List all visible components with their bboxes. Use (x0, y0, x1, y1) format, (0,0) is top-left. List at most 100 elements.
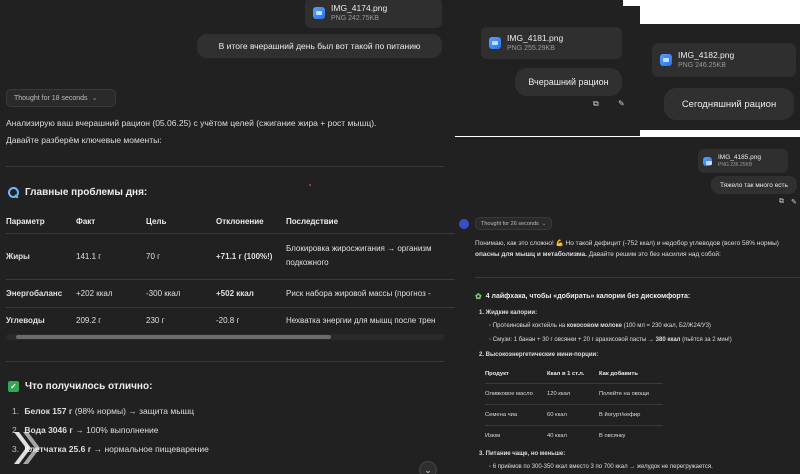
copy-icon[interactable]: ⧉ (593, 99, 599, 109)
hacks-heading-text: 4 лайфхака, чтобы «добирать» калории без… (485, 293, 691, 300)
edit-icon[interactable]: ✎ (618, 99, 625, 108)
table-row: Изюм 40 ккал В овсянку (485, 425, 663, 446)
attachment-info: IMG_4185.png PNG 236.25KB (718, 154, 761, 168)
right-screenshots-panel: IMG_4181.png PNG 255.29KB Вчерашний раци… (455, 0, 800, 474)
divider (6, 361, 444, 362)
watermark-logo-icon (14, 432, 40, 464)
user-message-bubble: В итоге вчерашний день был вот такой по … (197, 34, 442, 58)
gap (623, 0, 800, 6)
list-item: 1. Жидкие калории: (479, 310, 538, 316)
assistant-intro: Понимаю, как это сложно! 💪 Но такой дефи… (475, 238, 800, 260)
table-header-row: Параметр Факт Цель Отклонение Последстви… (6, 211, 455, 233)
col-header: Как добавить (599, 370, 638, 377)
divider (6, 166, 444, 167)
attachment-info: IMG_4182.png PNG 246.25KB (678, 50, 734, 70)
table-cell: Полейте на овощи (599, 390, 650, 397)
stray-dot (309, 184, 311, 186)
attachment-meta: PNG 246.25KB (678, 62, 726, 69)
table-scrollbar[interactable] (6, 334, 444, 340)
table-cell: Оливковое масло (485, 390, 533, 397)
thought-toggle[interactable]: Thought for 18 seconds ⌄ (6, 89, 116, 107)
attachment-name: IMG_4174.png (331, 3, 388, 13)
cell-param: Энергобаланс (6, 288, 63, 298)
good-heading: ✓ Что получилось отлично: (8, 381, 152, 392)
table-row: Жиры 141.1 г 70 г +71.1 г (100%!) Блокир… (6, 233, 455, 279)
table-cell: В овсянку (599, 432, 626, 439)
problems-table: Параметр Факт Цель Отклонение Последстви… (6, 211, 455, 333)
intro-line-1: Анализирую ваш вчерашний рацион (05.06.2… (6, 118, 377, 128)
problems-heading: Главные проблемы дня: (8, 187, 147, 198)
hacks-list-cont: 3. Питание чаще, но меньше: ◦ 6 приёмов … (479, 450, 799, 472)
magnifier-icon (8, 187, 19, 198)
chat-fragment-b: IMG_4182.png PNG 246.25KB Сегодняшний ра… (640, 24, 800, 130)
cell-deviation: +71.1 г (100%!) (216, 251, 273, 261)
attachment-card[interactable]: IMG_4181.png PNG 255.29KB (481, 27, 622, 59)
user-message-bubble: Сегодняшний рацион (664, 88, 794, 120)
assistant-avatar (459, 219, 469, 229)
chat-fragment-c: IMG_4185.png PNG 236.25KB Тяжело так мно… (455, 137, 800, 474)
table-cell: Семена чиа (485, 411, 518, 418)
list-item: ◦ Смузи: 1 банан + 30 г овсянки + 20 г а… (489, 337, 732, 343)
cell-param: Жиры (6, 251, 30, 261)
attachment-info: IMG_4174.png PNG 242.75KB (331, 3, 387, 23)
sprout-icon: ✿ (475, 292, 482, 301)
table-row: Семена чиа 60 ккал В йогурт/кефир (485, 404, 663, 425)
left-chat-panel: IMG_4174.png PNG 242.75KB В итоге вчераш… (0, 0, 455, 474)
table-cell: 60 ккал (547, 411, 567, 418)
list-item: ◦ Протеиновый коктейль на кокосовом моло… (489, 323, 711, 329)
col-header: Параметр (6, 217, 45, 227)
problems-heading-text: Главные проблемы дня: (25, 187, 148, 198)
attachment-name: IMG_4185.png (718, 154, 762, 161)
cell-consequence: Нехватка энергии для мышц после трен (286, 315, 436, 325)
image-file-icon (313, 7, 325, 19)
attachment-card[interactable]: IMG_4185.png PNG 236.25KB (698, 149, 788, 173)
checkmark-icon: ✓ (8, 381, 19, 392)
cell-consequence: Риск набора жировой массы (прогноз - (286, 288, 431, 298)
cell-goal: 230 г (146, 315, 165, 325)
cell-fact: +202 ккал (76, 288, 113, 298)
calorie-table: Продукт Ккал в 1 ст.л. Как добавить Олив… (485, 365, 663, 446)
col-header: Продукт (485, 370, 509, 377)
chevron-down-icon: ⌄ (91, 95, 98, 102)
attachment-card[interactable]: IMG_4174.png PNG 242.75KB (305, 0, 442, 28)
attachment-meta: PNG 255.29KB (507, 45, 555, 52)
image-file-icon (489, 37, 501, 49)
consequence-line: Блокировка жиросжигания → организм (286, 244, 432, 253)
table-header-row: Продукт Ккал в 1 ст.л. Как добавить (485, 365, 663, 383)
edit-icon[interactable]: ✎ (791, 198, 797, 206)
intro-line-2: опасны для мышц и метаболизма. Давайте р… (475, 251, 721, 258)
good-heading-text: Что получилось отлично: (25, 381, 153, 392)
attachment-name: IMG_4182.png (678, 50, 735, 60)
list-item: 3. Питание чаще, но меньше: (479, 451, 566, 457)
list-item: 1. Белок 157 г (98% нормы) → защита мышц (12, 406, 195, 416)
thought-label: Thought for 26 seconds (481, 220, 539, 227)
list-item: ◦ 6 приёмов по 300-350 ккал вместо 3 по … (489, 464, 713, 470)
table-cell: 120 ккал (547, 390, 571, 397)
cell-fact: 141.1 г (76, 251, 102, 261)
table-cell: В йогурт/кефир (599, 411, 641, 418)
thought-toggle[interactable]: Thought for 26 seconds ⌄ (475, 217, 553, 230)
scrollbar-thumb[interactable] (16, 335, 331, 339)
image-file-icon (660, 54, 672, 66)
attachment-card[interactable]: IMG_4182.png PNG 246.25KB (652, 43, 796, 77)
list-item: 2. Высокоэнергетические мини-порции: (479, 352, 599, 358)
attachment-meta: PNG 242.75KB (331, 15, 379, 22)
table-cell: 40 ккал (547, 432, 567, 439)
col-header: Цель (146, 217, 167, 227)
user-message-text: Вчерашний рацион (528, 77, 609, 87)
cell-consequence: Блокировка жиросжигания → организм подко… (286, 233, 455, 279)
attachment-meta: PNG 236.25KB (718, 162, 753, 168)
col-header: Последствие (286, 217, 339, 227)
user-message-bubble: Вчерашний рацион (515, 68, 622, 96)
cell-goal: 70 г (146, 251, 161, 261)
cell-deviation: +502 ккал (216, 288, 254, 298)
table-cell: Изюм (485, 432, 501, 439)
col-header: Ккал в 1 ст.л. (547, 370, 585, 377)
table-row: Энергобаланс +202 ккал -300 ккал +502 кк… (6, 279, 455, 307)
copy-icon[interactable]: ⧉ (779, 198, 784, 206)
consequence-line: подкожного (286, 258, 329, 267)
scroll-down-button[interactable]: ⌄ (419, 461, 437, 474)
image-file-icon (703, 156, 712, 166)
intro-line-2: Давайте разберём ключевые моменты: (6, 135, 162, 145)
divider (475, 277, 800, 278)
